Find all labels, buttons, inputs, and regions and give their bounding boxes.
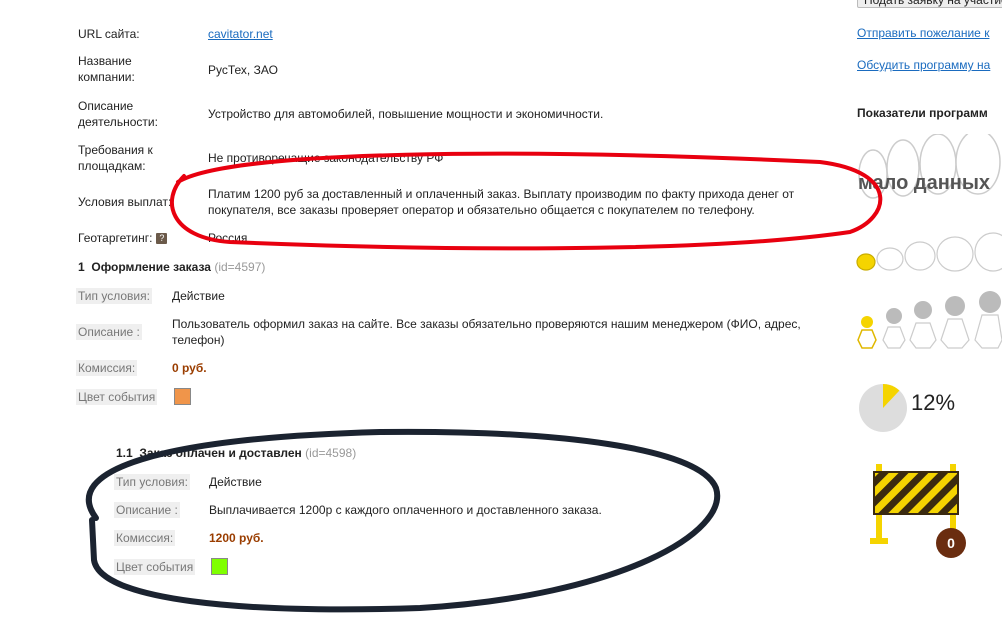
discuss-program-link[interactable]: Обсудить программу на xyxy=(857,58,990,72)
condition-number: 1 xyxy=(78,260,85,274)
percent-value: 12% xyxy=(911,390,956,415)
payout-value: Платим 1200 руб за доставленный и оплаче… xyxy=(208,187,795,217)
url-label: URL сайта: xyxy=(78,27,140,41)
condition-id: (id=4598) xyxy=(305,446,357,460)
condition-id: (id=4597) xyxy=(214,260,266,274)
payout-label: Условия выплат: xyxy=(78,195,172,209)
activity-label: Описание деятельности: xyxy=(78,99,158,129)
percent-pie-icon xyxy=(859,384,907,432)
low-data-text: мало данных xyxy=(858,172,991,194)
requirements-value: Не противоречащие законодательству РФ xyxy=(208,151,444,165)
people-stat-icon xyxy=(857,291,1002,349)
condition-title: 1 Оформление заказа (id=4597) xyxy=(78,260,265,274)
company-label: Название компании: xyxy=(78,54,135,84)
purse-stat-icon xyxy=(856,232,1002,272)
event-color-swatch xyxy=(174,388,191,405)
type-label: Тип условия: xyxy=(76,288,152,304)
apply-button[interactable]: Подать заявку на участие xyxy=(857,0,1002,8)
geo-label-row: Геотаргетинг:? xyxy=(78,230,168,246)
condition-name: Оформление заказа xyxy=(91,260,211,274)
stats-title: Показатели программ xyxy=(857,106,988,120)
send-wish-link[interactable]: Отправить пожелание к xyxy=(857,26,989,40)
event-color-label: Цвет события xyxy=(76,389,158,405)
commission-value: 1200 руб. xyxy=(209,531,264,545)
event-color-swatch xyxy=(211,558,228,575)
subcondition-title: 1.1 Заказ оплачен и доставлен (id=4598) xyxy=(116,446,356,460)
event-color-label: Цвет события xyxy=(114,559,196,575)
commission-label: Комиссия: xyxy=(76,360,138,376)
company-value: РусТех, ЗАО xyxy=(208,63,278,77)
condition-name: Заказ оплачен и доставлен xyxy=(139,446,302,460)
type-label: Тип условия: xyxy=(114,474,190,490)
description-value: Пользователь оформил заказ на сайте. Все… xyxy=(172,317,801,347)
commission-value: 0 руб. xyxy=(172,361,207,375)
requirements-label: Требования к площадкам: xyxy=(78,143,153,173)
help-icon[interactable]: ? xyxy=(156,233,168,245)
description-label: Описание : xyxy=(76,324,142,340)
description-label: Описание : xyxy=(114,502,180,518)
geo-value: Россия xyxy=(208,231,248,245)
url-link[interactable]: cavitator.net xyxy=(208,26,273,42)
counter-badge: 0 xyxy=(936,528,966,558)
description-value: Выплачивается 1200р с каждого оплаченног… xyxy=(209,503,602,517)
geo-label: Геотаргетинг: xyxy=(78,231,153,245)
activity-value: Устройство для автомобилей, повышение мо… xyxy=(208,107,604,121)
condition-number: 1.1 xyxy=(116,446,133,460)
type-value: Действие xyxy=(172,289,225,303)
commission-label: Комиссия: xyxy=(114,530,176,546)
type-value: Действие xyxy=(209,475,262,489)
